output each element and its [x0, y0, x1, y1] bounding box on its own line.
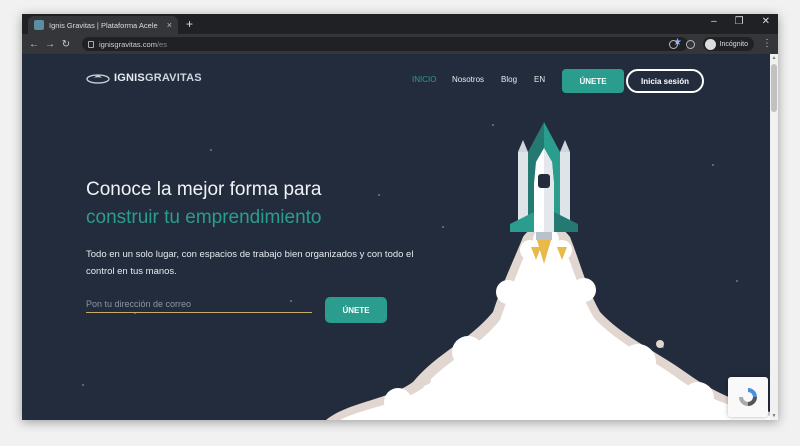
- site-logo[interactable]: IGNISGRAVITAS: [86, 71, 202, 85]
- reload-icon[interactable]: ↻: [58, 39, 74, 50]
- toolbar-right: Incógnito ⋮: [668, 37, 772, 51]
- scrollbar-thumb[interactable]: [771, 64, 777, 112]
- web-page: IGNISGRAVITAS INICIO Nosotros Blog EN ÚN…: [22, 54, 770, 420]
- nav-item-language[interactable]: EN: [534, 75, 545, 84]
- email-input[interactable]: Pon tu dirección de correo: [86, 299, 312, 313]
- join-button[interactable]: ÚNETE: [562, 69, 624, 93]
- minimize-button[interactable]: –: [711, 16, 717, 27]
- back-icon[interactable]: ←: [26, 39, 42, 50]
- extension-icon[interactable]: [668, 39, 678, 49]
- lock-icon: [88, 40, 94, 48]
- browser-tab[interactable]: Ignis Gravitas | Plataforma Acele ×: [28, 16, 178, 34]
- extension-icon-2[interactable]: [685, 39, 695, 49]
- incognito-badge[interactable]: Incógnito: [702, 37, 754, 51]
- kebab-menu-icon[interactable]: ⋮: [762, 39, 772, 49]
- url-text: ignisgravitas.com/es: [99, 39, 167, 49]
- nav-item-blog[interactable]: Blog: [501, 75, 517, 84]
- rocket-illustration: [326, 122, 770, 420]
- forward-icon[interactable]: →: [42, 39, 58, 50]
- tab-close-icon[interactable]: ×: [167, 20, 172, 30]
- scroll-up-icon[interactable]: ▲: [771, 55, 777, 61]
- nav-item-inicio[interactable]: INICIO: [412, 75, 436, 84]
- incognito-icon: [704, 38, 716, 50]
- incognito-label: Incógnito: [719, 40, 748, 48]
- scroll-down-icon[interactable]: ▼: [771, 413, 777, 419]
- star-decoration: [210, 149, 212, 151]
- login-button[interactable]: Inicia sesión: [626, 69, 704, 93]
- favicon-icon: [34, 20, 44, 30]
- window-controls: – ❐ ✕: [711, 16, 770, 27]
- tab-title: Ignis Gravitas | Plataforma Acele: [49, 20, 158, 30]
- smoke-cloud: [326, 224, 770, 420]
- recaptcha-icon: [739, 388, 757, 406]
- brand-name: IGNISGRAVITAS: [114, 72, 202, 84]
- star-decoration: [82, 384, 84, 386]
- hero-headline: Conoce la mejor forma para: [86, 179, 322, 200]
- recaptcha-badge[interactable]: [728, 377, 768, 417]
- browser-window: Ignis Gravitas | Plataforma Acele × + – …: [22, 14, 778, 420]
- page-scrollbar[interactable]: ▲ ▼: [770, 54, 778, 420]
- restore-button[interactable]: ❐: [735, 16, 744, 27]
- logo-ring-icon: [86, 74, 110, 84]
- browser-toolbar: ← → ↻ ignisgravitas.com/es ★ Incógnito ⋮: [22, 34, 778, 54]
- new-tab-button[interactable]: +: [186, 17, 193, 31]
- hero-headline-accent: construir tu emprendimiento: [86, 207, 322, 228]
- close-window-button[interactable]: ✕: [762, 16, 770, 27]
- nav-item-nosotros[interactable]: Nosotros: [452, 75, 484, 84]
- tab-bar: Ignis Gravitas | Plataforma Acele × + – …: [22, 14, 778, 34]
- address-bar[interactable]: ignisgravitas.com/es ★: [82, 37, 688, 51]
